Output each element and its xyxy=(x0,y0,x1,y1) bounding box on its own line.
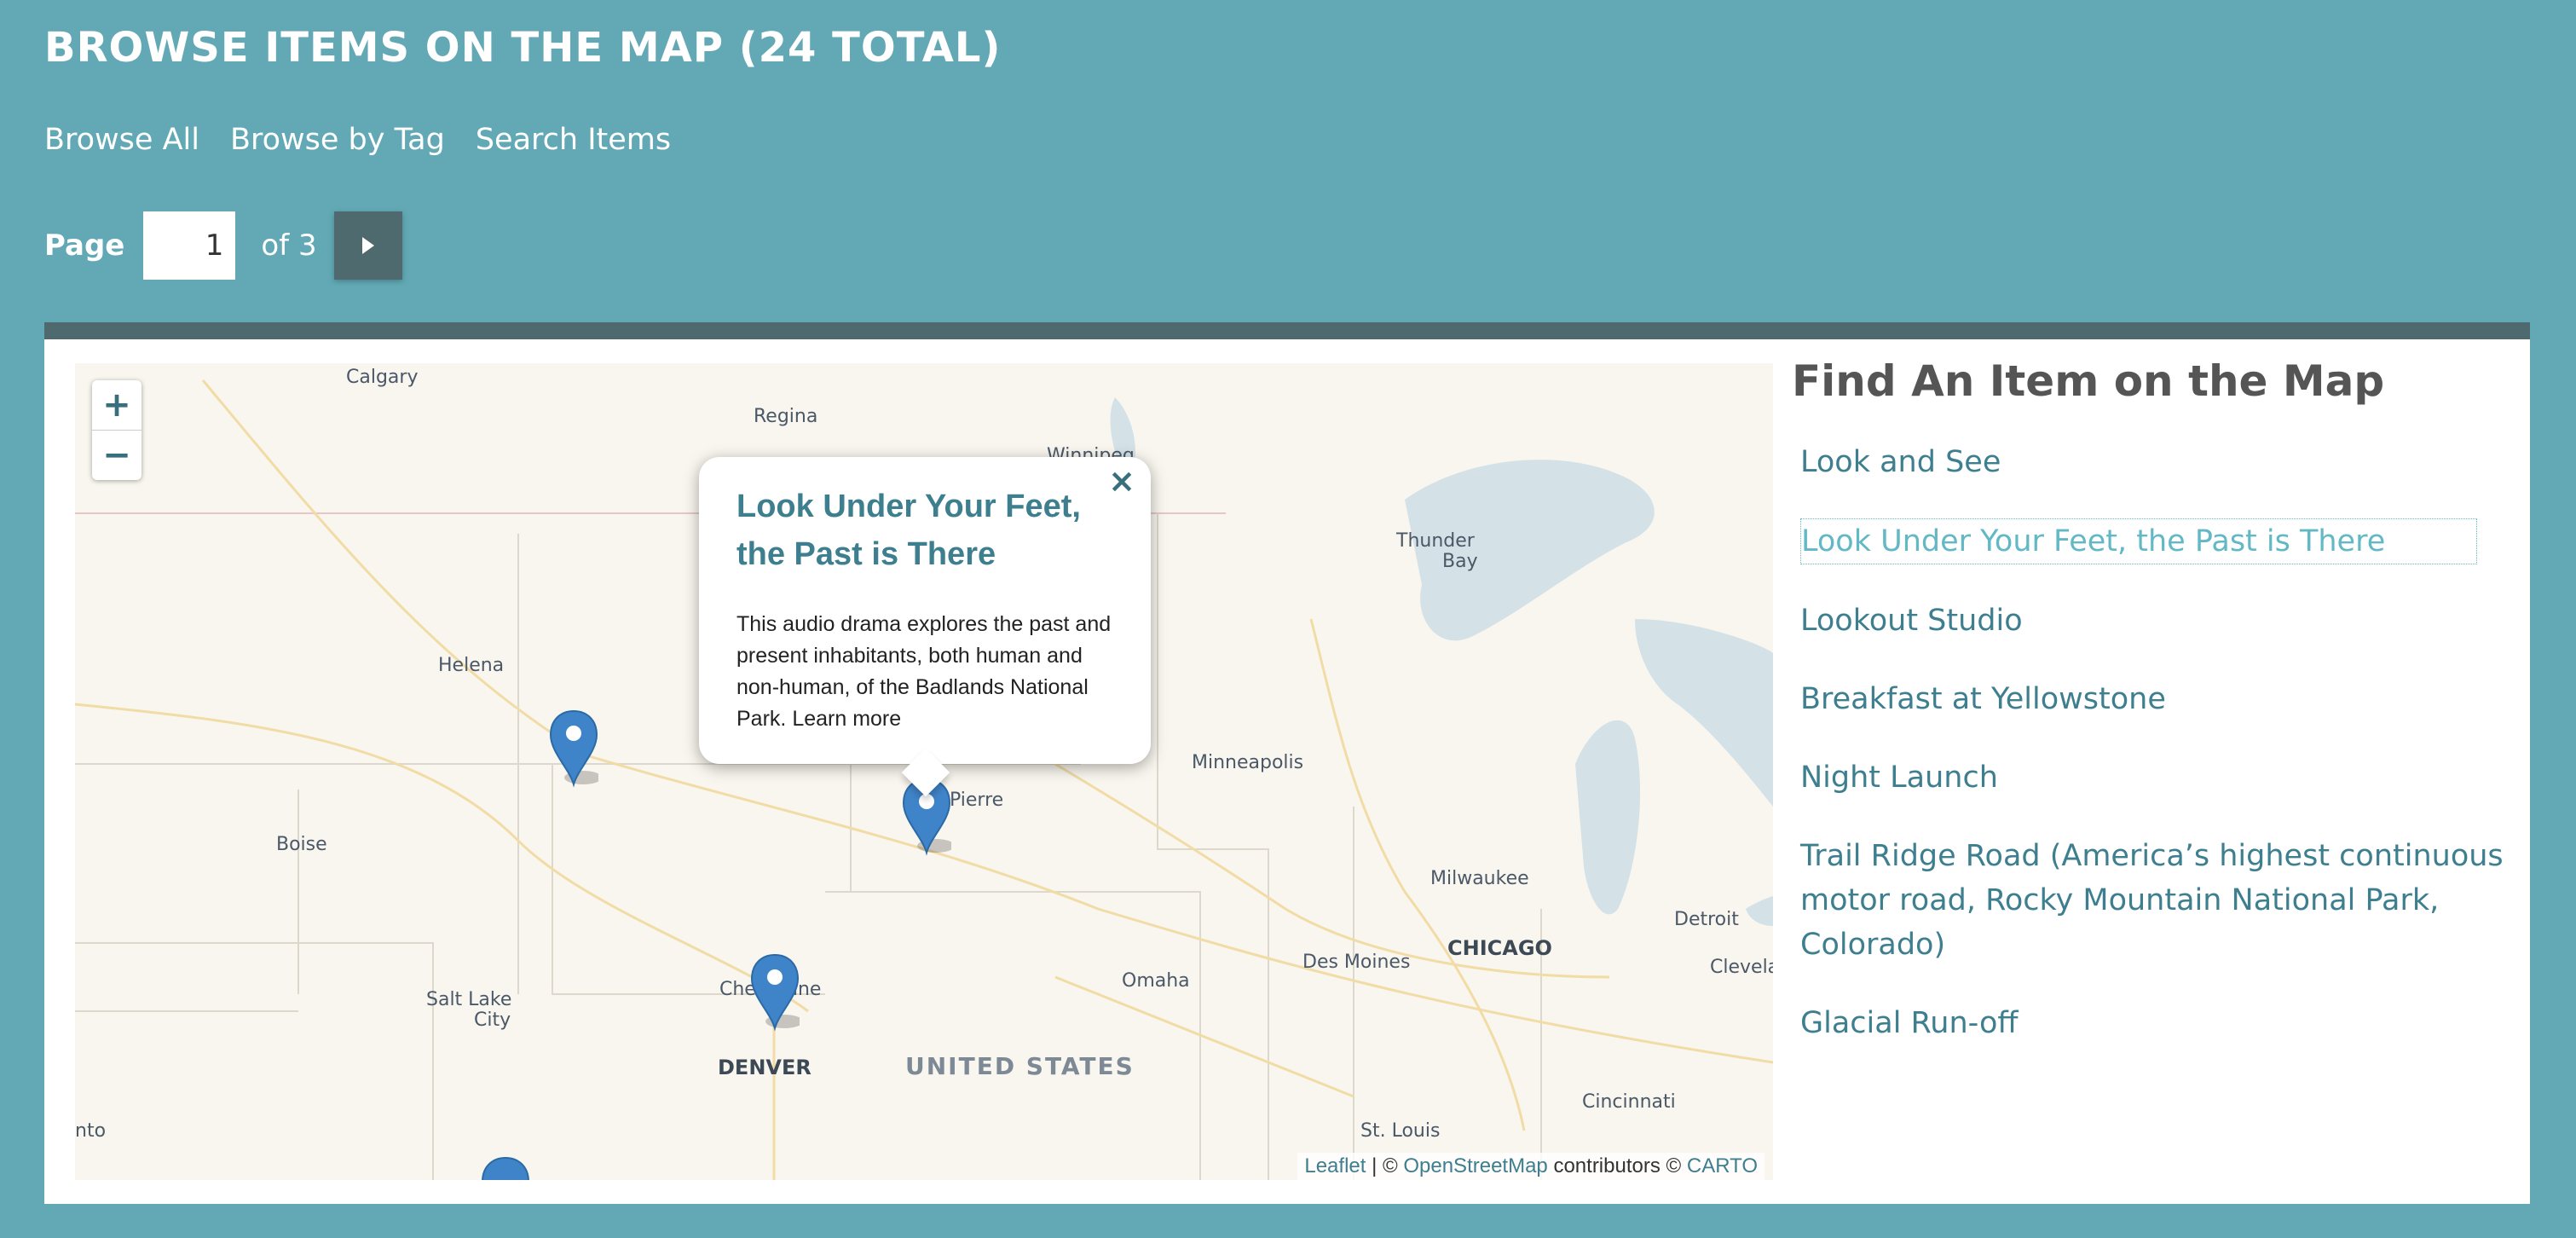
map-label-toronto-partial: nto xyxy=(75,1120,107,1142)
map-label-detroit: Detroit xyxy=(1674,909,1739,930)
item-link[interactable]: Glacial Run-off xyxy=(1800,1001,2018,1045)
map-label-des-moines: Des Moines xyxy=(1302,952,1411,973)
map[interactable]: Calgary Regina Winnipeg Thunder Bay Hele… xyxy=(75,363,1773,1180)
leaflet-link[interactable]: Leaflet xyxy=(1304,1154,1366,1177)
map-popup: × Look Under Your Feet, the Past is Ther… xyxy=(699,457,1151,797)
sidebar-title: Find An Item on the Map xyxy=(1792,356,2385,406)
list-item: Glacial Run-off xyxy=(1800,1001,2508,1045)
list-item: Lookout Studio xyxy=(1800,599,2508,643)
item-link-active[interactable]: Look Under Your Feet, the Past is There xyxy=(1800,518,2477,564)
item-link[interactable]: Breakfast at Yellowstone xyxy=(1800,677,2166,721)
map-label-minneapolis: Minneapolis xyxy=(1192,752,1304,773)
browse-nav: Browse All Browse by Tag Search Items xyxy=(44,123,671,157)
map-marker-icon[interactable] xyxy=(549,709,598,788)
page-label: Page xyxy=(44,229,125,263)
page-number-input[interactable] xyxy=(143,211,236,280)
map-label-city: City xyxy=(474,1009,511,1031)
item-list-sidebar: Find An Item on the Map Look and See Loo… xyxy=(1792,356,2508,1079)
attribution-contributors: contributors © xyxy=(1547,1154,1687,1177)
list-item: Night Launch xyxy=(1800,755,2508,800)
play-right-icon xyxy=(361,237,374,254)
popup-description: This audio drama explores the past and p… xyxy=(736,609,1129,735)
zoom-control: + − xyxy=(92,380,142,480)
list-item: Look and See xyxy=(1800,440,2508,484)
map-label-pierre: Pierre xyxy=(950,790,1004,811)
map-label-calgary: Calgary xyxy=(346,367,419,388)
map-panel: Calgary Regina Winnipeg Thunder Bay Hele… xyxy=(44,322,2530,1204)
map-attribution: Leaflet | © OpenStreetMap contributors ©… xyxy=(1297,1153,1765,1180)
osm-link[interactable]: OpenStreetMap xyxy=(1403,1154,1547,1177)
attribution-separator: | © xyxy=(1366,1154,1404,1177)
map-label-cincinnati: Cincinnati xyxy=(1582,1091,1676,1113)
popup-learn-more-link[interactable]: Learn more xyxy=(792,707,901,731)
list-item: Breakfast at Yellowstone xyxy=(1800,677,2508,721)
map-label-cleveland: Clevela xyxy=(1710,957,1773,978)
nav-browse-by-tag[interactable]: Browse by Tag xyxy=(230,123,445,157)
map-marker-icon[interactable] xyxy=(750,953,800,1032)
map-marker-icon[interactable] xyxy=(481,1156,530,1180)
page-total-label: of 3 xyxy=(261,229,317,263)
map-label-chicago: CHICAGO xyxy=(1447,936,1552,960)
map-label-omaha: Omaha xyxy=(1122,970,1190,992)
map-label-regina: Regina xyxy=(754,406,818,427)
map-label-st-louis: St. Louis xyxy=(1360,1120,1441,1142)
map-label-helena: Helena xyxy=(438,655,505,676)
panel-top-bar xyxy=(44,322,2530,339)
carto-link[interactable]: CARTO xyxy=(1687,1154,1758,1177)
map-label-milwaukee: Milwaukee xyxy=(1430,868,1529,889)
nav-browse-all[interactable]: Browse All xyxy=(44,123,199,157)
pagination: Page of 3 xyxy=(44,211,402,280)
item-link[interactable]: Night Launch xyxy=(1800,755,1998,800)
page-title: BROWSE ITEMS ON THE MAP (24 TOTAL) xyxy=(44,24,1002,72)
list-item: Trail Ridge Road (America’s highest cont… xyxy=(1800,834,2508,967)
map-label-thunder: Thunder xyxy=(1396,530,1475,552)
item-link[interactable]: Lookout Studio xyxy=(1800,599,2023,643)
zoom-in-button[interactable]: + xyxy=(92,380,142,430)
nav-search-items[interactable]: Search Items xyxy=(476,123,671,157)
map-label-united-states: UNITED STATES xyxy=(905,1052,1135,1080)
map-label-boise: Boise xyxy=(276,834,327,855)
list-item: Look Under Your Feet, the Past is There xyxy=(1800,518,2508,564)
zoom-out-button[interactable]: − xyxy=(92,430,142,480)
item-link[interactable]: Look and See xyxy=(1800,440,2001,484)
popup-title[interactable]: Look Under Your Feet, the Past is There xyxy=(736,483,1120,578)
map-label-salt-lake: Salt Lake xyxy=(426,989,512,1010)
map-label-denver: DENVER xyxy=(718,1056,811,1079)
item-link[interactable]: Trail Ridge Road (America’s highest cont… xyxy=(1800,834,2508,967)
item-list: Look and See Look Under Your Feet, the P… xyxy=(1792,440,2508,1045)
map-label-bay: Bay xyxy=(1442,551,1478,572)
next-page-button[interactable] xyxy=(333,211,402,280)
